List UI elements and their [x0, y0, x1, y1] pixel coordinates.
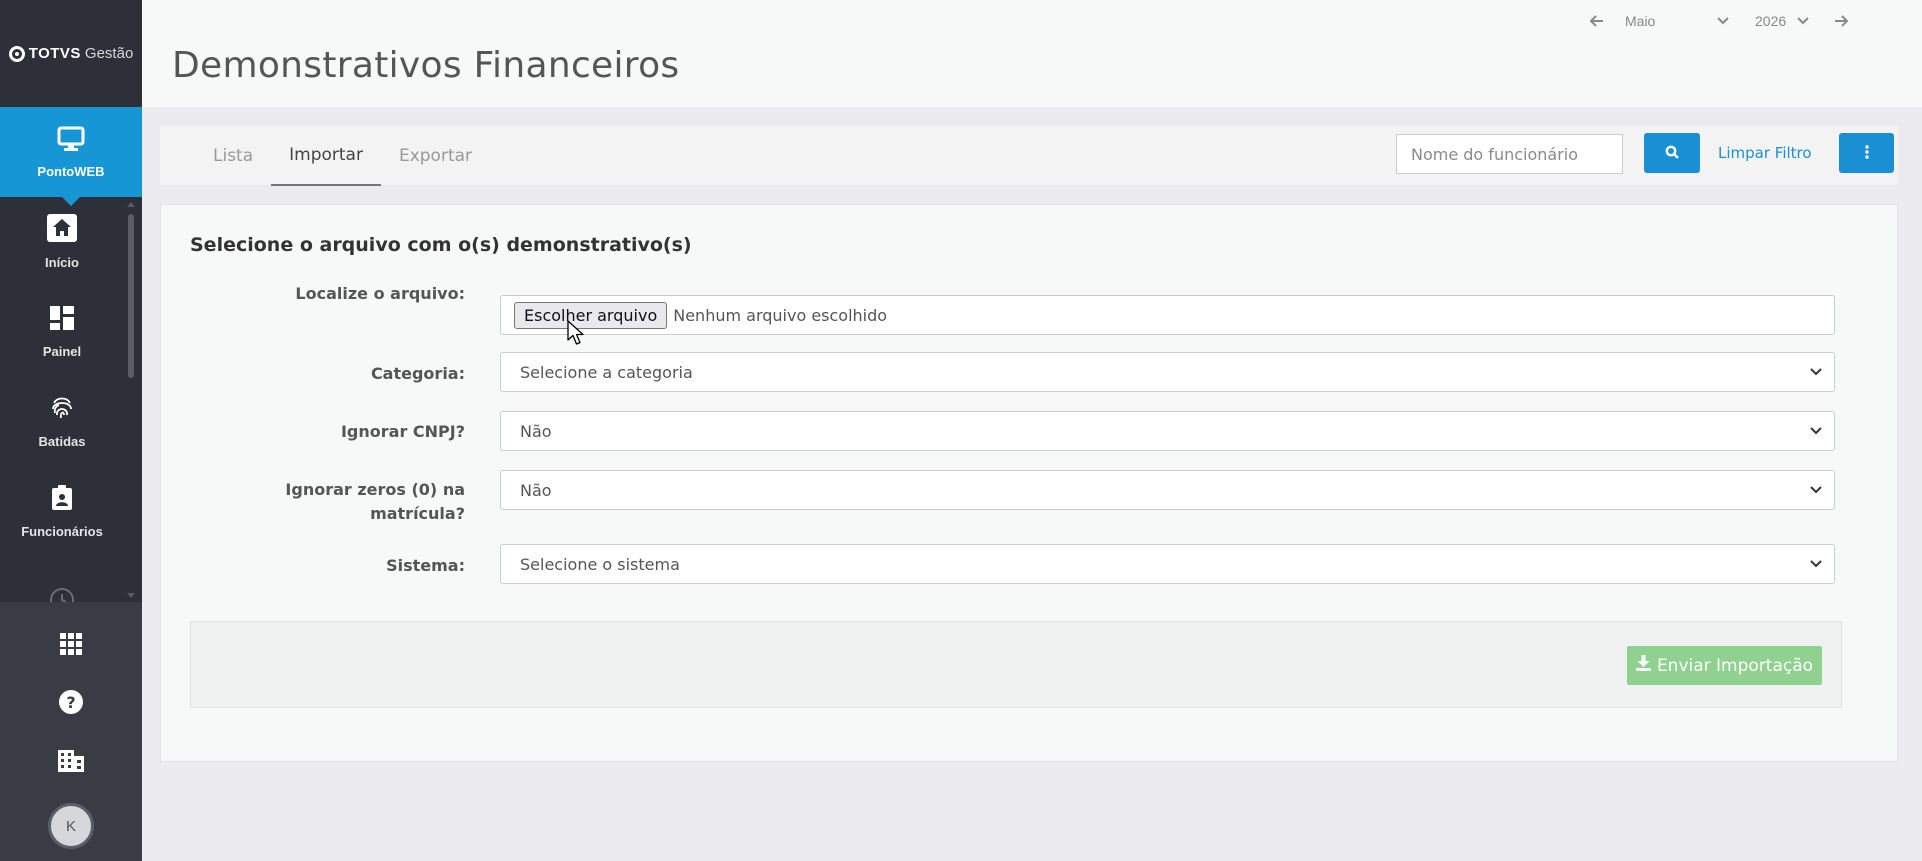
more-options-button[interactable] [1839, 133, 1894, 173]
system-label: Sistema: [386, 556, 465, 575]
ignore-cnpj-select[interactable]: Não [500, 411, 1835, 451]
sidebar-item-pontoweb[interactable]: PontoWEB [0, 107, 142, 206]
chevron-down-icon [1808, 364, 1824, 380]
file-status-text: Nenhum arquivo escolhido [673, 305, 888, 325]
employee-search-input[interactable] [1396, 134, 1623, 174]
brand-name: TOTVS [28, 45, 81, 62]
scroll-down-arrow-icon[interactable] [127, 593, 135, 598]
employee-badge-icon [51, 485, 73, 516]
file-label: Localize o arquivo: [295, 284, 465, 303]
sidebar-item-label: Painel [42, 344, 82, 359]
sidebar-item-painel[interactable]: Painel [0, 287, 142, 377]
category-label: Categoria: [370, 364, 465, 383]
sidebar-bottom: ? K [0, 602, 142, 861]
download-icon [1635, 655, 1651, 676]
ignore-cnpj-label: Ignorar CNPJ? [340, 422, 465, 441]
help-icon[interactable]: ? [58, 687, 84, 717]
sidebar-scrollbar[interactable] [128, 214, 134, 378]
user-avatar[interactable]: K [48, 803, 94, 849]
ignore-zeros-label: Ignorar zeros (0) na matrícula? [185, 478, 465, 526]
fingerprint-icon [49, 395, 75, 426]
category-select[interactable]: Selecione a categoria [500, 352, 1835, 392]
sidebar-menu[interactable]: Início Painel Batidas Funcionários [0, 197, 142, 602]
toolbar: Lista Importar Exportar Limpar Filtro [160, 126, 1898, 186]
category-select-value: Selecione a categoria [520, 362, 693, 382]
search-button[interactable] [1644, 133, 1700, 173]
brand-logo[interactable]: TOTVS Gestão [0, 0, 142, 107]
vertical-ellipsis-icon [1864, 144, 1869, 162]
next-period-arrow-icon[interactable] [1831, 11, 1851, 31]
tab-lista[interactable]: Lista [195, 126, 271, 186]
sidebar-item-batidas[interactable]: Batidas [0, 377, 142, 467]
previous-period-arrow-icon[interactable] [1587, 11, 1607, 31]
month-chevron-down-icon[interactable] [1715, 13, 1731, 29]
chevron-down-icon [1808, 482, 1824, 498]
system-select[interactable]: Selecione o sistema [500, 544, 1835, 584]
import-panel: Selecione o arquivo com o(s) demonstrati… [160, 204, 1898, 762]
clear-filter-link[interactable]: Limpar Filtro [1718, 144, 1812, 162]
building-icon[interactable] [58, 745, 84, 775]
choose-file-button[interactable]: Escolher arquivo [514, 301, 668, 329]
brand-product: Gestão [84, 45, 134, 62]
sidebar-item-label: Batidas [38, 434, 86, 449]
tab-exportar[interactable]: Exportar [381, 126, 490, 186]
system-select-value: Selecione o sistema [520, 554, 680, 574]
panel-title: Selecione o arquivo com o(s) demonstrati… [190, 234, 692, 256]
month-select[interactable]: Maio [1625, 13, 1715, 29]
sidebar: TOTVS Gestão PontoWEB Início Painel Bati… [0, 0, 142, 861]
form-footer: Enviar Importação [190, 621, 1842, 708]
chevron-down-icon [1808, 423, 1824, 439]
tab-importar[interactable]: Importar [271, 126, 381, 186]
sidebar-item-label: Funcionários [21, 524, 103, 539]
ignore-zeros-select-value: Não [520, 480, 552, 500]
scroll-up-arrow-icon[interactable] [127, 202, 135, 207]
sidebar-item-more[interactable] [0, 557, 142, 602]
send-import-button[interactable]: Enviar Importação [1627, 646, 1822, 685]
mouse-cursor-icon [567, 320, 585, 351]
home-icon [47, 214, 77, 247]
year-select[interactable]: 2026 [1755, 13, 1795, 29]
svg-text:?: ? [66, 693, 75, 712]
dashboard-icon [49, 305, 75, 336]
ignore-zeros-label-line1: Ignorar zeros (0) na [285, 480, 465, 499]
tab-bar: Lista Importar Exportar [195, 126, 490, 186]
send-import-label: Enviar Importação [1656, 655, 1814, 676]
monitor-icon [57, 126, 85, 157]
sidebar-item-inicio[interactable]: Início [0, 197, 142, 287]
sidebar-item-label: PontoWEB [37, 163, 105, 179]
sidebar-item-funcionarios[interactable]: Funcionários [0, 467, 142, 557]
page-title: Demonstrativos Financeiros [172, 45, 680, 86]
file-input[interactable]: Escolher arquivo Nenhum arquivo escolhid… [500, 295, 1835, 335]
ignore-cnpj-select-value: Não [520, 421, 552, 441]
apps-grid-icon[interactable] [60, 629, 82, 659]
ignore-zeros-select[interactable]: Não [500, 470, 1835, 510]
period-selector: Maio 2026 [1587, 8, 1851, 34]
page-header: Demonstrativos Financeiros Maio 2026 [142, 0, 1922, 107]
totvs-logo-icon [8, 45, 25, 62]
sidebar-item-label: Início [45, 255, 79, 270]
clock-icon [49, 587, 75, 602]
chevron-down-icon [1808, 556, 1824, 572]
ignore-zeros-label-line2: matrícula? [370, 504, 465, 523]
search-icon [1665, 145, 1679, 162]
year-chevron-down-icon[interactable] [1795, 13, 1811, 29]
